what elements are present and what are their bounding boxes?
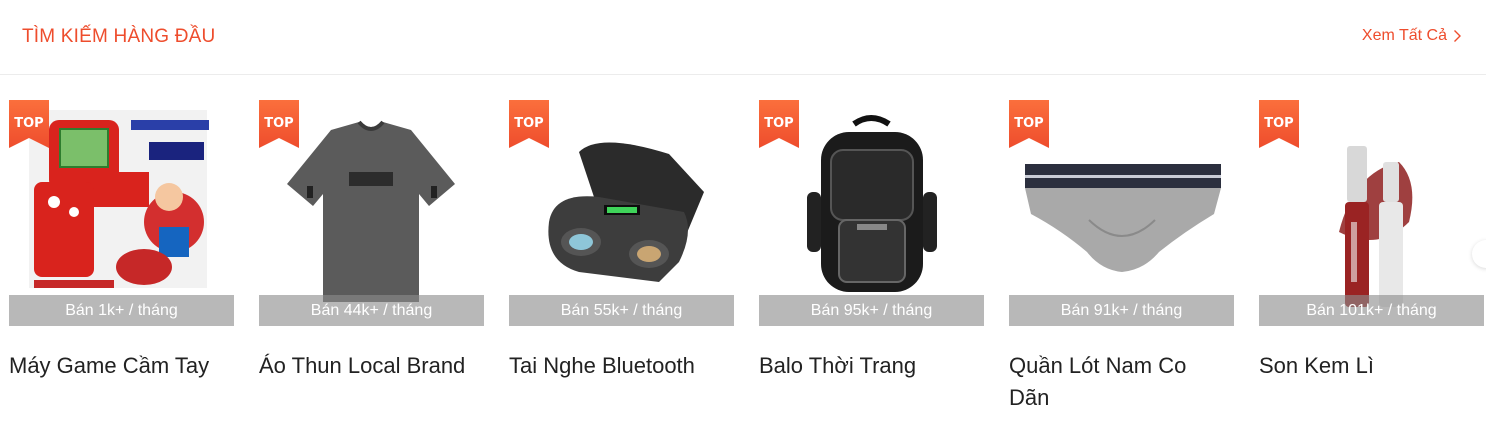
product-card-tshirt[interactable]: TOP Bán 44k+ / tháng Áo Thun Local Brand (250, 75, 484, 427)
top-badge-label: TOP (764, 116, 794, 131)
product-name: Áo Thun Local Brand (259, 353, 466, 378)
sold-count: Bán 55k+ / tháng (509, 295, 734, 326)
see-all-link[interactable]: Xem Tất Cả (1362, 27, 1462, 45)
product-card-briefs[interactable]: TOP Bán 91k+ / tháng Quần Lót Nam Co Dãn (1000, 75, 1234, 427)
product-card-lipstick[interactable]: TOP Bán 101k+ / tháng Son Kem Lì (1250, 75, 1484, 427)
sold-count: Bán 91k+ / tháng (1009, 295, 1234, 326)
top-badge-label: TOP (14, 116, 44, 131)
top-badge: TOP (509, 100, 549, 148)
top-badge: TOP (1009, 100, 1049, 148)
chevron-right-icon (1454, 30, 1461, 42)
product-card-game-console[interactable]: TOP Bán 1k+ / tháng Máy Game Cầm Tay (0, 75, 234, 427)
top-badge: TOP (759, 100, 799, 148)
see-all-label: Xem Tất Cả (1361, 27, 1447, 44)
top-badge: TOP (1259, 100, 1299, 148)
product-name: Máy Game Cầm Tay (9, 353, 210, 378)
sold-count: Bán 44k+ / tháng (259, 295, 484, 326)
section-title: TÌM KIẾM HÀNG ĐẦU (22, 26, 216, 47)
sold-count: Bán 95k+ / tháng (759, 295, 984, 326)
product-name: Tai Nghe Bluetooth (509, 353, 695, 378)
product-card-earbuds[interactable]: TOP Bán 55k+ / tháng Tai Nghe Bluetooth (500, 75, 734, 427)
top-badge-label: TOP (514, 116, 544, 131)
product-card-backpack[interactable]: TOP Bán 95k+ / tháng Balo Thời Trang (750, 75, 984, 427)
top-badge-label: TOP (264, 116, 294, 131)
product-name: Son Kem Lì (1259, 353, 1374, 378)
product-name: Quần Lót Nam Co Dãn (1009, 353, 1187, 410)
top-badge-label: TOP (1264, 116, 1294, 131)
top-badge: TOP (9, 100, 49, 148)
sold-count: Bán 1k+ / tháng (9, 295, 234, 326)
sold-count: Bán 101k+ / tháng (1259, 295, 1484, 326)
product-name: Balo Thời Trang (759, 353, 917, 378)
top-badge: TOP (259, 100, 299, 148)
section-header: TÌM KIẾM HÀNG ĐẦU Xem Tất Cả (0, 0, 1486, 75)
top-badge-label: TOP (1014, 116, 1044, 131)
